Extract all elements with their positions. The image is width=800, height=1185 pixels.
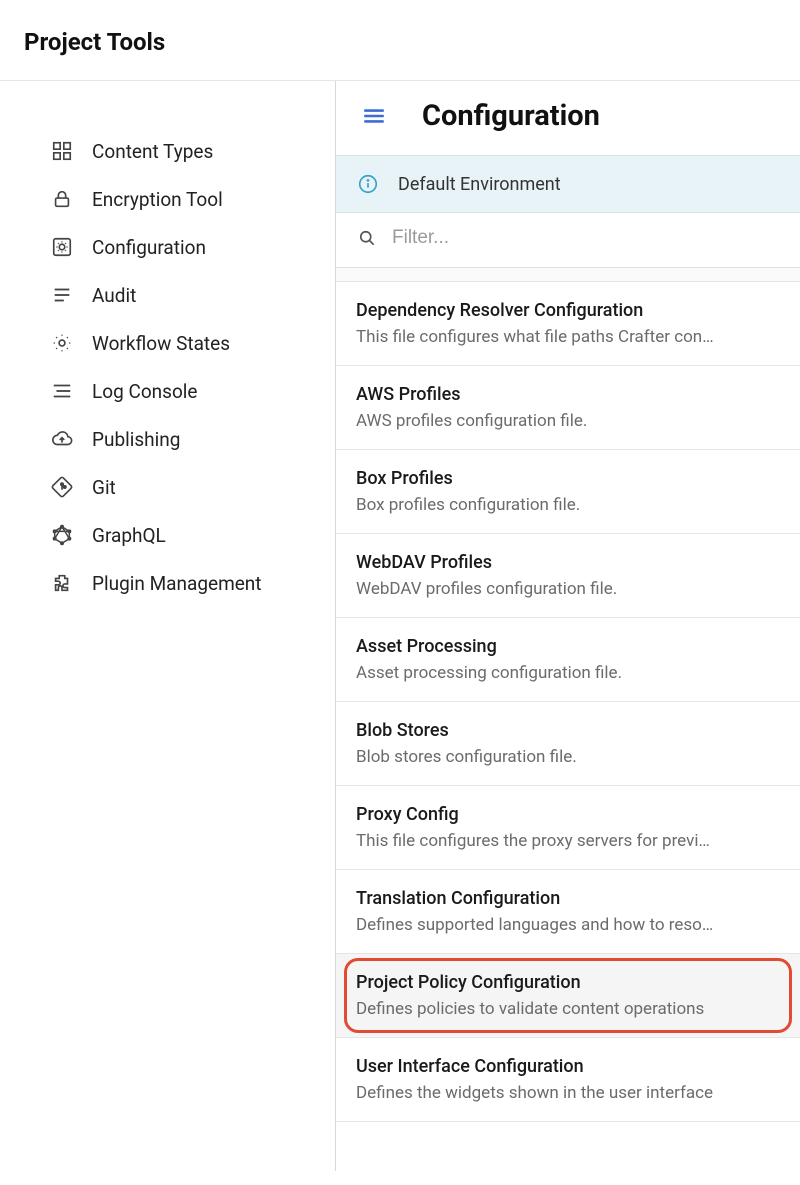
sidebar-item-plugin-management[interactable]: Plugin Management xyxy=(0,559,335,607)
filter-row xyxy=(336,213,800,268)
config-item-desc: Asset processing configuration file. xyxy=(356,663,780,683)
sidebar-item-publishing[interactable]: Publishing xyxy=(0,415,335,463)
log-icon xyxy=(50,379,74,403)
config-item-webdav-profiles[interactable]: WebDAV Profiles WebDAV profiles configur… xyxy=(336,534,800,618)
sidebar-item-log-console[interactable]: Log Console xyxy=(0,367,335,415)
sidebar-item-graphql[interactable]: GraphQL xyxy=(0,511,335,559)
page-header: Project Tools xyxy=(0,0,800,80)
search-icon xyxy=(356,227,378,249)
sidebar-item-label: GraphQL xyxy=(92,524,166,547)
config-item-box-profiles[interactable]: Box Profiles Box profiles configuration … xyxy=(336,450,800,534)
config-item-title: Blob Stores xyxy=(356,720,780,741)
sidebar-item-label: Log Console xyxy=(92,380,197,403)
sidebar-item-configuration[interactable]: Configuration xyxy=(0,223,335,271)
config-item-title: Dependency Resolver Configuration xyxy=(356,300,780,321)
config-item-title: WebDAV Profiles xyxy=(356,552,780,573)
config-item-title: User Interface Configuration xyxy=(356,1056,780,1077)
sidebar-item-label: Audit xyxy=(92,284,136,307)
config-item-user-interface-configuration[interactable]: User Interface Configuration Defines the… xyxy=(336,1038,800,1122)
sidebar-item-encryption-tool[interactable]: Encryption Tool xyxy=(0,175,335,223)
config-item-desc: Defines the widgets shown in the user in… xyxy=(356,1083,780,1103)
config-item-desc: This file configures the proxy servers f… xyxy=(356,831,780,851)
git-icon xyxy=(50,475,74,499)
cloud-upload-icon xyxy=(50,427,74,451)
config-item-desc: Blob stores configuration file. xyxy=(356,747,780,767)
sidebar-item-git[interactable]: Git xyxy=(0,463,335,511)
sidebar-item-label: Git xyxy=(92,476,116,499)
config-item-translation-configuration[interactable]: Translation Configuration Defines suppor… xyxy=(336,870,800,954)
config-item-desc: Defines policies to validate content ope… xyxy=(356,999,780,1019)
info-icon xyxy=(356,172,380,196)
config-item-title: Translation Configuration xyxy=(356,888,780,909)
environment-label: Default Environment xyxy=(398,174,561,195)
sidebar-item-content-types[interactable]: Content Types xyxy=(0,127,335,175)
sidebar-item-label: Content Types xyxy=(92,140,213,163)
sidebar-item-workflow-states[interactable]: Workflow States xyxy=(0,319,335,367)
config-item-title: Project Policy Configuration xyxy=(356,972,780,993)
gear-box-icon xyxy=(50,235,74,259)
graphql-icon xyxy=(50,523,74,547)
config-item-dependency-resolver[interactable]: Dependency Resolver Configuration This f… xyxy=(336,282,800,366)
lock-icon xyxy=(50,187,74,211)
config-item-desc: Box profiles configuration file. xyxy=(356,495,780,515)
config-item-title: Asset Processing xyxy=(356,636,780,657)
sidebar-item-label: Encryption Tool xyxy=(92,188,223,211)
config-item-project-policy-configuration[interactable]: Project Policy Configuration Defines pol… xyxy=(336,954,800,1038)
sidebar-item-label: Publishing xyxy=(92,428,180,451)
config-item-desc: WebDAV profiles configuration file. xyxy=(356,579,780,599)
page-title: Project Tools xyxy=(24,28,800,56)
config-item-desc: AWS profiles configuration file. xyxy=(356,411,780,431)
list-icon xyxy=(50,283,74,307)
main-header: Configuration xyxy=(336,81,800,155)
config-item-title: AWS Profiles xyxy=(356,384,780,405)
config-item-title: Box Profiles xyxy=(356,468,780,489)
environment-banner: Default Environment xyxy=(336,155,800,213)
config-item-blob-stores[interactable]: Blob Stores Blob stores configuration fi… xyxy=(336,702,800,786)
container: Content Types Encryption Tool Configurat… xyxy=(0,81,800,1171)
content-types-icon xyxy=(50,139,74,163)
sidebar-item-audit[interactable]: Audit xyxy=(0,271,335,319)
sidebar-item-label: Workflow States xyxy=(92,332,230,355)
main-title: Configuration xyxy=(422,99,600,133)
hamburger-menu-button[interactable] xyxy=(360,102,388,130)
sidebar-item-label: Plugin Management xyxy=(92,572,262,595)
gear-icon xyxy=(50,331,74,355)
config-item-desc: This file configures what file paths Cra… xyxy=(356,327,780,347)
config-item-title: Proxy Config xyxy=(356,804,780,825)
main-panel: Configuration Default Environment Depend… xyxy=(336,81,800,1171)
sidebar-item-label: Configuration xyxy=(92,236,206,259)
filter-input[interactable] xyxy=(392,227,780,249)
config-item-desc: Defines supported languages and how to r… xyxy=(356,915,780,935)
config-item-asset-processing[interactable]: Asset Processing Asset processing config… xyxy=(336,618,800,702)
sidebar: Content Types Encryption Tool Configurat… xyxy=(0,81,336,1171)
list-gap xyxy=(336,268,800,282)
config-item-aws-profiles[interactable]: AWS Profiles AWS profiles configuration … xyxy=(336,366,800,450)
plugin-icon xyxy=(50,571,74,595)
config-item-proxy-config[interactable]: Proxy Config This file configures the pr… xyxy=(336,786,800,870)
